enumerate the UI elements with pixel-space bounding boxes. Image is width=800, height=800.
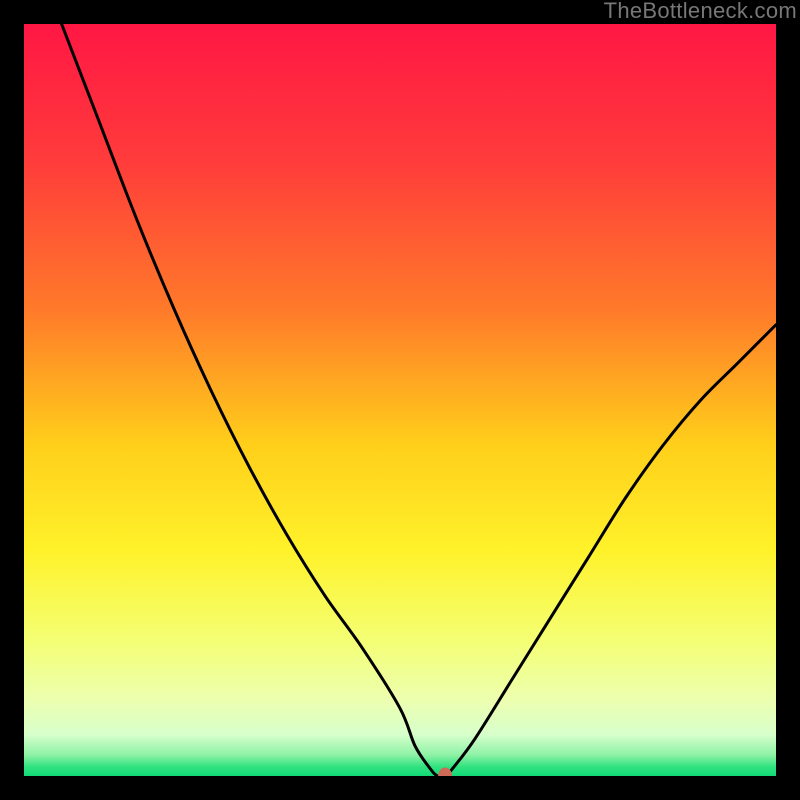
chart-background-gradient bbox=[24, 24, 776, 776]
outer-frame: TheBottleneck.com bbox=[0, 0, 800, 800]
watermark-text: TheBottleneck.com bbox=[604, 0, 797, 24]
chart-plot-area bbox=[24, 24, 776, 776]
chart-svg bbox=[24, 24, 776, 776]
